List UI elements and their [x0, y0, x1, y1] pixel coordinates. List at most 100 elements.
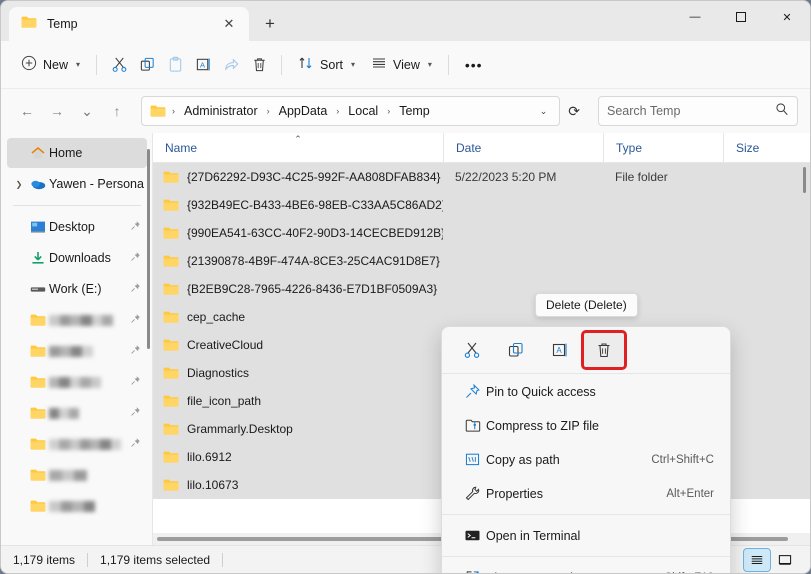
copy-icon[interactable] [133, 49, 161, 81]
file-name-cell: Diagnostics [153, 366, 443, 380]
table-row[interactable]: {B2EB9C28-7965-4226-8436-E7D1BF0509A3} [153, 275, 810, 303]
file-list-scrollbar[interactable] [803, 167, 806, 193]
up-button[interactable]: ↑ [103, 97, 131, 125]
sort-button[interactable]: Sort ▾ [290, 49, 363, 81]
chevron-right-icon[interactable]: ❯ [11, 180, 27, 189]
column-header-date[interactable]: Date [443, 133, 603, 163]
context-menu-item-pin-to-quick-access[interactable]: Pin to Quick access [446, 375, 726, 408]
cut-icon[interactable] [105, 49, 133, 81]
file-name-cell: {21390878-4B9F-474A-8CE3-25C4AC91D8E7} [153, 254, 443, 268]
sidebar-item-label-redacted [49, 408, 79, 419]
folder-icon [21, 15, 37, 34]
sidebar-item-desktop[interactable]: Desktop [7, 212, 147, 242]
home-icon [27, 145, 49, 161]
ellipsis-icon: ••• [465, 57, 483, 73]
folder-icon [163, 478, 179, 492]
breadcrumb-separator: › [170, 106, 177, 116]
sidebar-item-downloads[interactable]: Downloads [7, 243, 147, 273]
context-menu-item-copy-as-path[interactable]: Copy as pathCtrl+Shift+C [446, 443, 726, 476]
folder-icon [163, 422, 179, 436]
breadcrumb[interactable]: › Administrator › AppData › Local › Temp… [141, 96, 560, 126]
sidebar-item-label-redacted [49, 470, 87, 481]
search-input[interactable] [607, 104, 775, 118]
sidebar-item-home[interactable]: Home [7, 138, 147, 168]
see-more-button[interactable]: ••• [457, 49, 491, 81]
sidebar-item-blurred[interactable] [7, 367, 147, 397]
breadcrumb-separator: › [265, 106, 272, 116]
forward-button[interactable]: → [43, 97, 71, 125]
folder-icon [163, 310, 179, 324]
context-menu-item-compress-to-zip-file[interactable]: Compress to ZIP file [446, 409, 726, 442]
column-header-type[interactable]: Type [603, 133, 723, 163]
pin-icon [130, 251, 141, 265]
table-row[interactable]: {932B49EC-B433-4BE6-98EB-C33AA5C86AD2} [153, 191, 810, 219]
search-icon [775, 102, 789, 121]
navigation-pane[interactable]: Home❯Yawen - Persona Desktop Downloads Work… [1, 133, 153, 545]
column-header-size[interactable]: Size [723, 133, 803, 163]
table-row[interactable]: {27D62292-D93C-4C25-992F-AA808DFAB834}5/… [153, 163, 810, 191]
preview-pane-button[interactable] [772, 549, 798, 571]
sidebar-item-blurred[interactable] [7, 305, 147, 335]
recent-locations-button[interactable]: ⌄ [73, 97, 101, 125]
sidebar-item-blurred[interactable] [7, 460, 147, 490]
sidebar-item-blurred[interactable] [7, 491, 147, 521]
refresh-button[interactable]: ⟳ [562, 103, 586, 120]
table-row[interactable]: {990EA541-63CC-40F2-90D3-14CECBED912B} [153, 219, 810, 247]
window-controls: — ✕ [672, 1, 810, 33]
context-copy-icon[interactable] [496, 333, 536, 367]
folder-icon [163, 450, 179, 464]
sidebar-item-label-redacted [49, 315, 113, 326]
sidebar-item-blurred[interactable] [7, 336, 147, 366]
breadcrumb-dropdown-icon[interactable]: ⌄ [532, 106, 556, 117]
pin-icon [130, 344, 141, 358]
sidebar-item-blurred[interactable] [7, 429, 147, 459]
breadcrumb-item-local[interactable]: Local [343, 102, 383, 120]
selected-count-label: 1,179 items selected [100, 553, 210, 567]
delete-icon[interactable] [245, 49, 273, 81]
sidebar-item-yawen-persona[interactable]: ❯Yawen - Persona [7, 169, 147, 199]
minimize-button[interactable]: — [672, 1, 718, 33]
details-view-button[interactable] [744, 549, 770, 571]
file-type-cell: File folder [603, 170, 723, 184]
sort-icon [298, 55, 314, 74]
context-cut-icon[interactable] [452, 333, 492, 367]
column-header-label: Name [165, 141, 197, 155]
close-window-button[interactable]: ✕ [764, 1, 810, 33]
sort-button-label: Sort [320, 58, 343, 72]
context-menu-item-properties[interactable]: PropertiesAlt+Enter [446, 477, 726, 510]
new-button[interactable]: New ▾ [13, 49, 88, 81]
view-button[interactable]: View ▾ [363, 49, 440, 81]
maximize-button[interactable] [718, 1, 764, 33]
close-tab-icon[interactable]: ✕ [217, 12, 241, 36]
back-button[interactable]: ← [13, 97, 41, 125]
context-menu-item-show-more-options[interactable]: Show more optionsShift+F10 [446, 561, 726, 574]
breadcrumb-item-administrator[interactable]: Administrator [179, 102, 263, 120]
file-name-label: {B2EB9C28-7965-4226-8436-E7D1BF0509A3} [187, 282, 437, 296]
table-row[interactable]: {21390878-4B9F-474A-8CE3-25C4AC91D8E7} [153, 247, 810, 275]
breadcrumb-item-appdata[interactable]: AppData [274, 102, 333, 120]
new-tab-button[interactable]: + [253, 7, 287, 41]
context-menu-item-label: Open in Terminal [486, 529, 580, 543]
folder-icon [163, 198, 179, 212]
sidebar-item-work-e[interactable]: Work (E:) [7, 274, 147, 304]
sidebar-item-blurred[interactable] [7, 398, 147, 428]
context-menu-item-open-in-terminal[interactable]: Open in Terminal [446, 519, 726, 552]
search-box[interactable] [598, 96, 798, 126]
folder-icon [150, 104, 168, 118]
tab-strip: Temp ✕ + [1, 1, 287, 41]
context-rename-icon[interactable]: A [540, 333, 580, 367]
context-menu[interactable]: A Pin to Quick accessCompress to ZIP fil… [441, 326, 731, 574]
pin-icon [458, 383, 486, 400]
sidebar-scrollbar[interactable] [147, 149, 150, 349]
file-name-cell: {990EA541-63CC-40F2-90D3-14CECBED912B} [153, 226, 443, 240]
toolbar-divider-2 [281, 55, 282, 75]
column-header-name[interactable]: Name⌃ [153, 133, 443, 163]
context-delete-icon[interactable] [584, 333, 624, 367]
tab-temp[interactable]: Temp ✕ [9, 7, 249, 41]
sidebar-item-label: Downloads [49, 251, 111, 265]
breadcrumb-item-temp[interactable]: Temp [394, 102, 435, 120]
file-date-cell: 5/22/2023 5:20 PM [443, 170, 603, 184]
toolbar-divider-3 [448, 55, 449, 75]
file-name-label: {990EA541-63CC-40F2-90D3-14CECBED912B} [187, 226, 443, 240]
rename-icon[interactable]: A [189, 49, 217, 81]
